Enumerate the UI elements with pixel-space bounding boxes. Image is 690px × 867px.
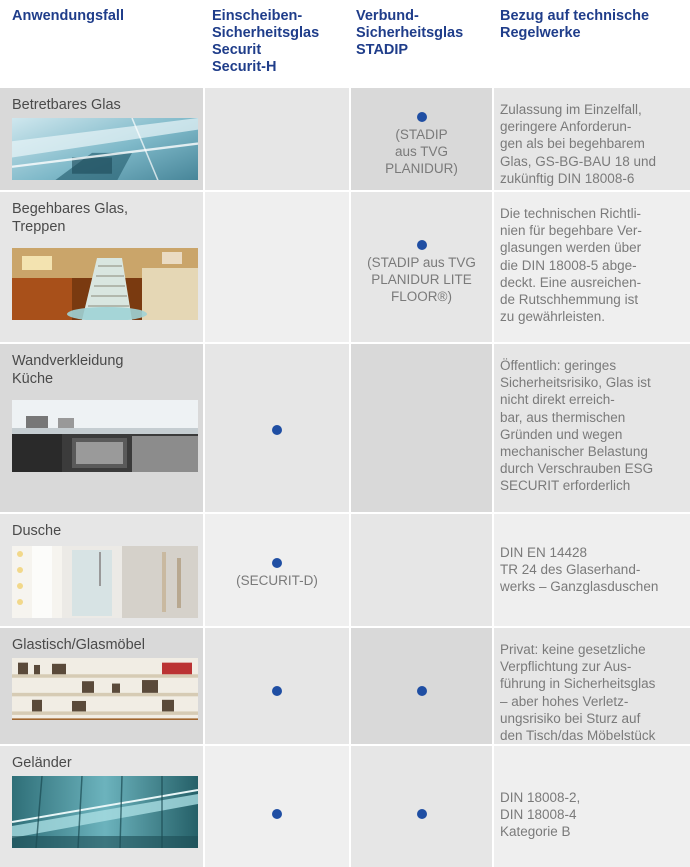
table-header: Anwendungsfall Einscheiben- Sicherheitsg…: [0, 0, 690, 88]
regulation-cell: Privat: keine gesetzliche Verpflichtung …: [494, 628, 690, 744]
regulation-text: Öffentlich: geringes Sicherheitsrisiko, …: [500, 358, 654, 494]
bullet-icon: [416, 240, 427, 250]
application-cell: Dusche: [0, 514, 203, 626]
table-row: Begehbares Glas, Treppen (STADIP aus TVG…: [0, 192, 690, 342]
laminated-glass-cell: [351, 628, 492, 744]
regulation-cell: Die technischen Richtli- nien für begehb…: [494, 192, 690, 342]
bullet-icon: [416, 809, 427, 819]
application-label: Wandverkleidung Küche: [12, 353, 124, 387]
application-label: Geländer: [12, 755, 72, 771]
bullet-icon: [416, 112, 427, 122]
bullet-icon: [272, 809, 282, 819]
tempered-glass-cell: (SECURIT-D): [205, 514, 349, 626]
application-cell: Geländer: [0, 746, 203, 867]
tempered-glass-cell: [205, 192, 349, 342]
bullet-icon: [272, 558, 282, 568]
railing-photo: [12, 776, 198, 848]
regulation-cell: DIN EN 14428 TR 24 des Glaserhand- werks…: [494, 514, 690, 626]
table-row: Wandverkleidung Küche Öffentlich: gering…: [0, 344, 690, 512]
application-cell: Betretbares Glas: [0, 88, 203, 190]
table-row: Geländer DIN 18008-2, DIN 18008-4 Katego…: [0, 746, 690, 867]
application-label: Glastisch/Glasmöbel: [12, 637, 145, 653]
laminated-glass-cell: [351, 746, 492, 867]
regulation-text: Privat: keine gesetzliche Verpflichtung …: [500, 642, 656, 744]
product-note: (STADIP aus TVG PLANIDUR LITE FLOOR®): [367, 255, 476, 304]
tempered-glass-cell: [205, 628, 349, 744]
application-label: Betretbares Glas: [12, 97, 121, 113]
product-note: (STADIP aus TVG PLANIDUR): [385, 127, 458, 176]
bullet-icon: [272, 425, 282, 435]
walkable-glass-photo: [12, 118, 198, 180]
table-row: Glastisch/Glasmöbel Privat: keine gesetz…: [0, 628, 690, 744]
tempered-glass-cell: [205, 746, 349, 867]
laminated-glass-cell: (STADIP aus TVG PLANIDUR): [351, 88, 492, 190]
laminated-glass-cell: [351, 514, 492, 626]
tempered-glass-cell: [205, 88, 349, 190]
table-row: Dusche (SECURIT-D) DIN EN 14428 TR 24 de…: [0, 514, 690, 626]
header-tempered-glass: Einscheiben- Sicherheitsglas Securit Sec…: [212, 8, 320, 75]
shower-photo: [12, 546, 198, 618]
application-label: Dusche: [12, 523, 62, 539]
application-cell: Begehbares Glas, Treppen: [0, 192, 203, 342]
glass-furniture-photo: [12, 658, 198, 720]
glass-stairs-photo: [12, 248, 198, 320]
header-regulations: Bezug auf technische Regelwerke: [500, 8, 650, 41]
tempered-glass-cell: [205, 344, 349, 512]
glass-application-table: Anwendungsfall Einscheiben- Sicherheitsg…: [0, 0, 690, 867]
application-cell: Glastisch/Glasmöbel: [0, 628, 203, 744]
laminated-glass-cell: (STADIP aus TVG PLANIDUR LITE FLOOR®): [351, 192, 492, 342]
regulation-text: DIN EN 14428 TR 24 des Glaserhand- werks…: [500, 545, 659, 595]
application-label: Begehbares Glas, Treppen: [12, 201, 129, 235]
application-cell: Wandverkleidung Küche: [0, 344, 203, 512]
bullet-icon: [416, 686, 427, 696]
laminated-glass-cell: [351, 344, 492, 512]
regulation-text: DIN 18008-2, DIN 18008-4 Kategorie B: [500, 790, 581, 840]
header-application: Anwendungsfall: [12, 8, 124, 24]
kitchen-wall-photo: [12, 400, 198, 472]
regulation-cell: DIN 18008-2, DIN 18008-4 Kategorie B: [494, 746, 690, 867]
table-row: Betretbares Glas (STADIP aus TVG PLANIDU…: [0, 88, 690, 190]
regulation-text: Die technischen Richtli- nien für begehb…: [500, 206, 642, 325]
regulation-text: Zulassung im Einzelfall, geringere Anfor…: [500, 102, 657, 186]
product-note: (SECURIT-D): [236, 573, 318, 588]
regulation-cell: Zulassung im Einzelfall, geringere Anfor…: [494, 88, 690, 190]
header-laminated-glass: Verbund- Sicherheitsglas STADIP: [356, 8, 464, 58]
bullet-icon: [272, 686, 282, 696]
regulation-cell: Öffentlich: geringes Sicherheitsrisiko, …: [494, 344, 690, 512]
